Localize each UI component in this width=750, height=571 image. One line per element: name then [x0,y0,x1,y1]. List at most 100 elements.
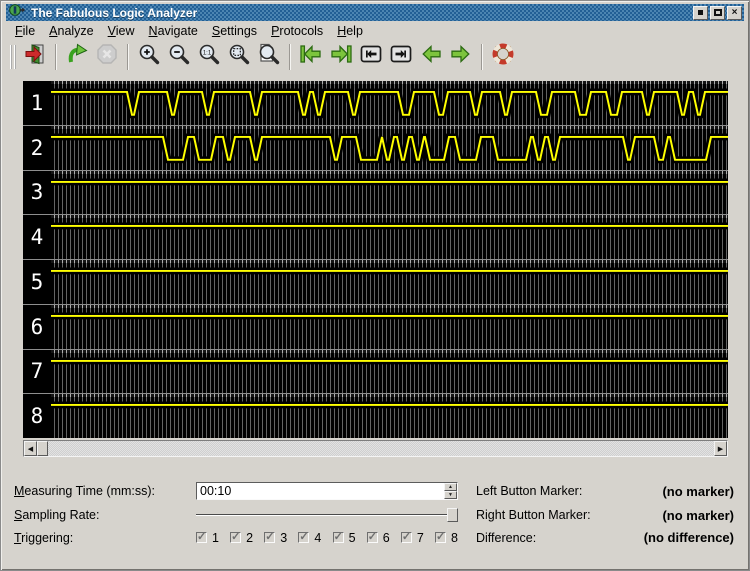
sampling-rate-slider[interactable] [196,507,458,523]
goto-end-button[interactable] [326,42,356,72]
menu-item-analyze[interactable]: Analyze [42,23,100,39]
resume-button[interactable] [62,42,92,72]
zoom-fit-icon [227,42,251,71]
channel-waveform[interactable] [51,126,728,170]
boxed-arrow-left-icon [359,42,383,71]
view-page-right-button[interactable] [386,42,416,72]
spin-up-icon[interactable]: ▲ [444,483,457,491]
trigger-checkbox-item-1: ✓1 [196,531,219,545]
trigger-checkbox-item-7: ✓7 [401,531,424,545]
channel-label: 4 [23,215,51,259]
check-icon: ✓ [299,530,308,543]
measuring-time-input[interactable] [197,483,444,499]
check-icon: ✓ [436,530,445,543]
zoom-fit-button[interactable] [224,42,254,72]
scroll-right-button[interactable] [446,42,476,72]
lifebuoy-button[interactable] [488,42,518,72]
channel-waveform[interactable] [51,215,728,259]
menubar: FileAnalyzeViewNavigateSettingsProtocols… [6,21,744,40]
slider-handle[interactable] [447,508,458,522]
menu-item-settings[interactable]: Settings [205,23,264,39]
zoom-page-icon [257,42,281,71]
waveform-panel[interactable]: 12345678 [23,81,728,438]
channel-waveform[interactable] [51,81,728,125]
exit-button[interactable] [20,42,50,72]
trigger-checkbox-6: ✓ [367,532,378,543]
menu-item-view[interactable]: View [101,23,142,39]
channel-waveform[interactable] [51,394,728,438]
toolbar: 1:1 [6,40,744,73]
horizontal-scrollbar[interactable]: ◀ ▶ [23,440,728,457]
window-title: The Fabulous Logic Analyzer [31,6,691,20]
green-arrow-left-icon [419,42,443,71]
menu-item-file[interactable]: File [8,23,42,39]
channel-row-3: 3 [23,171,728,216]
trigger-checkbox-item-6: ✓6 [367,531,390,545]
scrollbar-right-button[interactable]: ▶ [714,441,727,456]
channel-label: 8 [23,394,51,438]
menu-item-protocols[interactable]: Protocols [264,23,330,39]
scroll-left-button[interactable] [416,42,446,72]
close-icon: × [732,8,738,18]
titlebar[interactable]: The Fabulous Logic Analyzer × [6,4,744,21]
menu-item-navigate[interactable]: Navigate [142,23,205,39]
difference-label: Difference: [476,531,591,545]
trigger-checkbox-label: 7 [417,531,424,545]
channel-label: 6 [23,305,51,349]
spin-down-icon[interactable]: ▼ [444,491,457,499]
zoom-out-icon [167,42,191,71]
toolbar-separator [481,44,483,70]
toolbar-drag-handle[interactable] [10,45,16,69]
trigger-checkbox-label: 1 [212,531,219,545]
trigger-checkbox-item-3: ✓3 [264,531,287,545]
channel-waveform[interactable] [51,305,728,349]
measuring-time-label: Measuring Time (mm:ss): [14,484,196,498]
channel-row-7: 7 [23,350,728,395]
channel-waveform[interactable] [51,171,728,215]
maximize-button[interactable] [710,6,725,20]
trigger-checkbox-4: ✓ [298,532,309,543]
scrollbar-left-button[interactable]: ◀ [24,441,37,456]
trigger-checkbox-label: 2 [246,531,253,545]
triggering-label: Triggering: [14,531,196,545]
measuring-time-spinbox[interactable]: ▲ ▼ [196,482,458,500]
trigger-checkbox-label: 6 [383,531,390,545]
channel-label: 1 [23,81,51,125]
control-panel: Measuring Time (mm:ss): ▲ ▼ Left Button … [14,482,734,545]
minimize-button[interactable] [693,6,708,20]
curved-green-arrow-icon [65,42,89,71]
trigger-checkbox-item-4: ✓4 [298,531,321,545]
zoom-out-button[interactable] [164,42,194,72]
scroll-right-arrow-icon: ▶ [718,445,723,453]
right-marker-label: Right Button Marker: [476,508,591,522]
view-page-left-button[interactable] [356,42,386,72]
zoom-selection-button[interactable] [254,42,284,72]
channel-label: 5 [23,260,51,304]
left-marker-label: Left Button Marker: [476,484,591,498]
maximize-icon [714,9,722,16]
trigger-checkbox-label: 5 [349,531,356,545]
goto-begin-button[interactable] [296,42,326,72]
boxed-arrow-right-icon [389,42,413,71]
channel-label: 3 [23,171,51,215]
toolbar-separator [127,44,129,70]
sampling-rate-label: Sampling Rate: [14,508,196,522]
menu-item-help[interactable]: Help [330,23,370,39]
channel-waveform[interactable] [51,350,728,394]
svg-text:1:1: 1:1 [203,50,212,56]
zoom-in-icon [137,42,161,71]
scroll-left-arrow-icon: ◀ [28,445,33,453]
green-arrow-right-icon [449,42,473,71]
channel-waveform[interactable] [51,260,728,304]
close-button[interactable]: × [727,6,742,20]
zoom-in-button[interactable] [134,42,164,72]
trigger-checkbox-label: 4 [314,531,321,545]
left-marker-value: (no marker) [591,484,734,499]
zoom-one-to-one-button[interactable]: 1:1 [194,42,224,72]
scrollbar-trough[interactable] [48,441,714,456]
channel-row-2: 2 [23,126,728,171]
app-window: The Fabulous Logic Analyzer × FileAnalyz… [0,0,750,571]
check-icon: ✓ [231,530,240,543]
scrollbar-thumb[interactable] [37,441,48,456]
trigger-checkbox-1: ✓ [196,532,207,543]
